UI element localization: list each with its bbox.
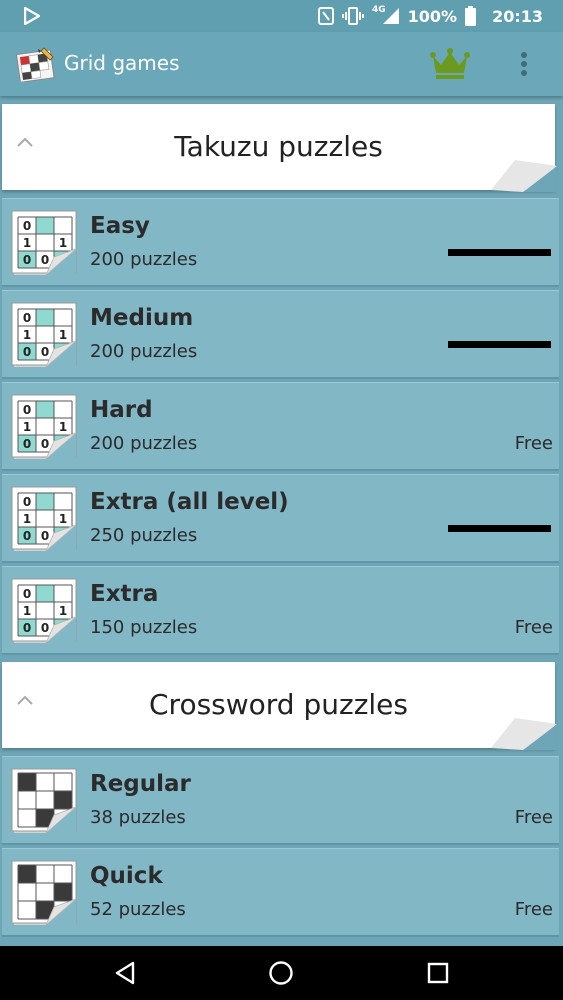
system-nav-bar xyxy=(0,946,563,1000)
list-item[interactable]: 01100 Extra 150 puzzles Free xyxy=(2,566,559,655)
puzzle-list: Takuzu puzzles 01100 Easy 200 puzzles 01… xyxy=(0,96,563,946)
svg-text:0: 0 xyxy=(23,621,31,635)
svg-text:1: 1 xyxy=(23,328,31,342)
svg-text:0: 0 xyxy=(23,311,31,325)
vibrate-icon xyxy=(341,7,364,25)
takuzu-thumbnail-icon: 01100 xyxy=(10,301,82,371)
svg-text:0: 0 xyxy=(41,345,49,359)
status-bar: 4G 100% 20:13 xyxy=(0,0,563,32)
takuzu-thumbnail-icon: 01100 xyxy=(10,485,82,555)
app-logo-icon xyxy=(16,47,55,82)
list-item[interactable]: Quick 52 puzzles Free xyxy=(2,848,559,937)
item-name: Quick xyxy=(90,863,163,889)
crossword-thumbnail-icon xyxy=(10,767,82,837)
list-item[interactable]: 01100 Hard 200 puzzles Free xyxy=(2,382,559,471)
item-count: 200 puzzles xyxy=(90,341,198,362)
section-title: Crossword puzzles xyxy=(149,688,408,721)
item-name: Extra (all level) xyxy=(90,489,289,515)
item-name: Easy xyxy=(90,213,150,239)
nfc-icon xyxy=(317,7,334,25)
app-title: Grid games xyxy=(64,51,180,75)
svg-text:1: 1 xyxy=(23,420,31,434)
svg-text:0: 0 xyxy=(23,495,31,509)
back-icon[interactable] xyxy=(113,960,137,986)
progress-bar xyxy=(448,525,551,532)
svg-text:1: 1 xyxy=(59,236,67,250)
home-icon[interactable] xyxy=(268,960,294,986)
svg-text:1: 1 xyxy=(23,512,31,526)
svg-text:0: 0 xyxy=(41,529,49,543)
clock: 20:13 xyxy=(492,6,543,26)
recents-icon[interactable] xyxy=(426,960,450,986)
svg-text:1: 1 xyxy=(59,512,67,526)
item-name: Hard xyxy=(90,397,153,423)
svg-text:0: 0 xyxy=(23,403,31,417)
svg-text:0: 0 xyxy=(23,587,31,601)
item-count: 52 puzzles xyxy=(90,899,186,920)
crown-icon[interactable] xyxy=(430,48,470,80)
item-status: Free xyxy=(514,433,553,454)
progress-bar xyxy=(448,249,551,256)
svg-text:1: 1 xyxy=(23,236,31,250)
page-curl-decoration xyxy=(491,718,557,750)
list-item[interactable]: 01100 Easy 200 puzzles xyxy=(2,198,559,287)
more-vert-icon[interactable] xyxy=(514,49,534,79)
takuzu-thumbnail-icon: 01100 xyxy=(10,393,82,463)
svg-text:0: 0 xyxy=(41,437,49,451)
svg-text:0: 0 xyxy=(23,253,31,267)
svg-text:0: 0 xyxy=(23,529,31,543)
item-count: 200 puzzles xyxy=(90,249,198,270)
list-item[interactable]: 01100 Medium 200 puzzles xyxy=(2,290,559,379)
item-name: Regular xyxy=(90,771,191,797)
svg-text:0: 0 xyxy=(41,253,49,267)
item-count: 200 puzzles xyxy=(90,433,198,454)
section-header-crossword[interactable]: Crossword puzzles xyxy=(2,662,557,750)
svg-text:1: 1 xyxy=(23,604,31,618)
item-status: Free xyxy=(514,807,553,828)
item-count: 38 puzzles xyxy=(90,807,186,828)
svg-text:1: 1 xyxy=(59,328,67,342)
progress-bar xyxy=(448,341,551,348)
svg-text:0: 0 xyxy=(41,621,49,635)
crossword-thumbnail-icon xyxy=(10,859,82,929)
svg-text:0: 0 xyxy=(23,219,31,233)
takuzu-thumbnail-icon: 01100 xyxy=(10,577,82,647)
item-name: Medium xyxy=(90,305,194,331)
item-count: 250 puzzles xyxy=(90,525,198,546)
svg-text:1: 1 xyxy=(59,604,67,618)
play-store-icon xyxy=(24,7,40,25)
battery-icon xyxy=(465,6,477,26)
list-item[interactable]: 01100 Extra (all level) 250 puzzles xyxy=(2,474,559,563)
item-count: 150 puzzles xyxy=(90,617,198,638)
takuzu-thumbnail-icon: 01100 xyxy=(10,209,82,279)
item-name: Extra xyxy=(90,581,159,607)
section-title: Takuzu puzzles xyxy=(174,130,383,163)
signal-icon xyxy=(382,8,399,24)
page-curl-decoration xyxy=(491,160,557,192)
app-bar: Grid games xyxy=(0,32,563,96)
item-status: Free xyxy=(514,617,553,638)
item-status: Free xyxy=(514,899,553,920)
battery-percent: 100% xyxy=(407,6,458,26)
svg-text:1: 1 xyxy=(59,420,67,434)
svg-text:0: 0 xyxy=(23,345,31,359)
list-item[interactable]: Regular 38 puzzles Free xyxy=(2,756,559,845)
section-header-takuzu[interactable]: Takuzu puzzles xyxy=(2,104,557,192)
svg-text:0: 0 xyxy=(23,437,31,451)
